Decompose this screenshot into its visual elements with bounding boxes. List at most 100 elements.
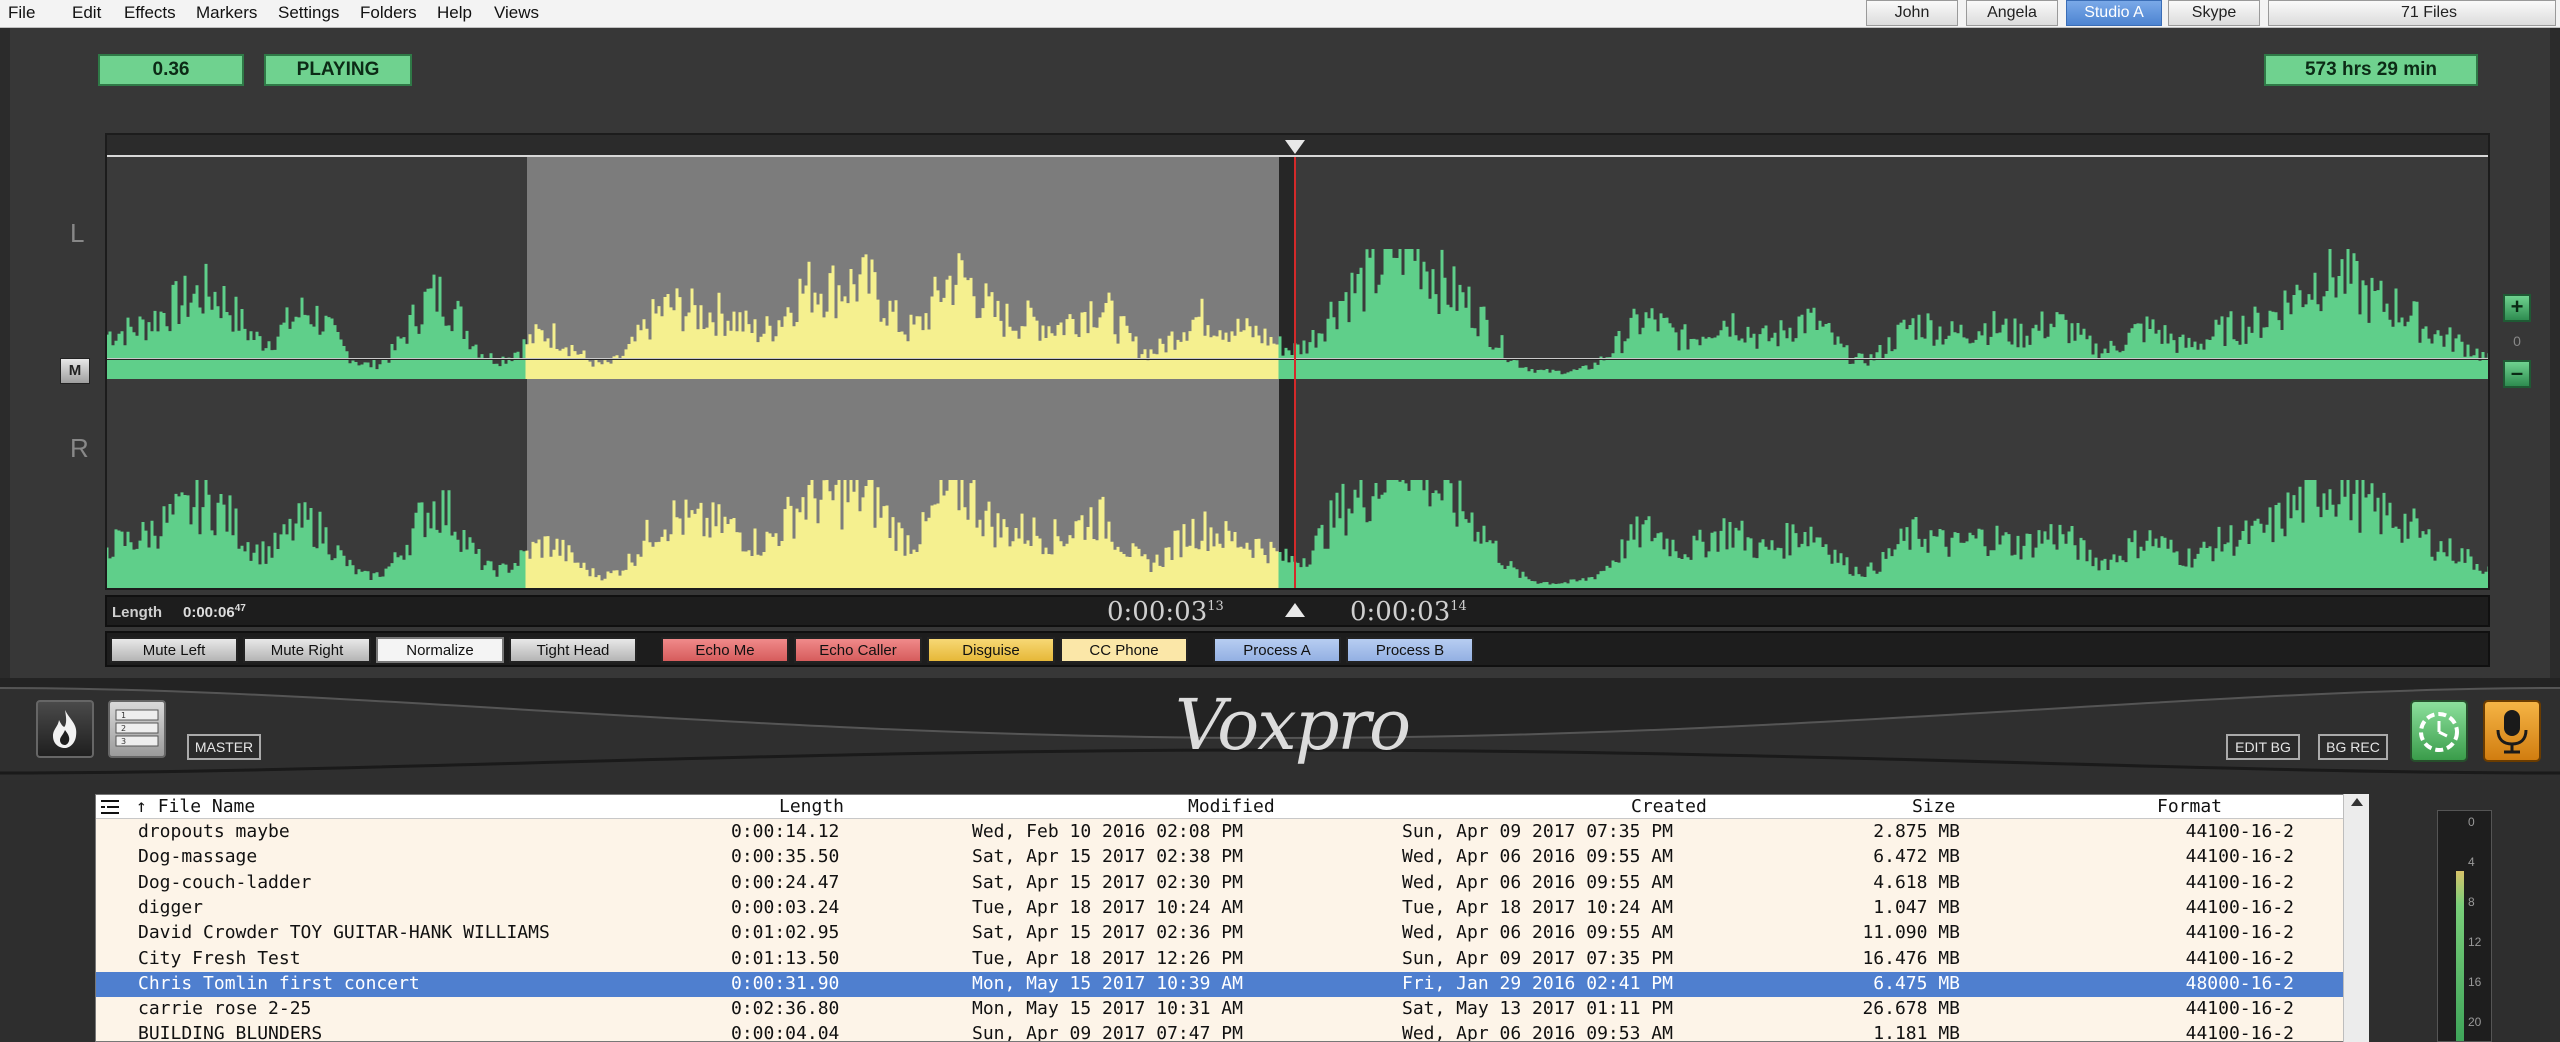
cc-phone-button[interactable]: CC Phone: [1060, 637, 1188, 663]
menu-folders[interactable]: Folders: [360, 3, 417, 23]
process-b-button[interactable]: Process B: [1346, 637, 1474, 663]
columns-menu-icon[interactable]: [101, 799, 119, 815]
column-header-format[interactable]: Format: [2157, 796, 2222, 817]
edit-bg-button[interactable]: EDIT BG: [2226, 734, 2300, 760]
file-row[interactable]: BUILDING BLUNDERS 0:00:04.04 Sun, Apr 09 2…: [96, 1022, 2354, 1042]
meter-tick: 4: [2468, 855, 2475, 869]
meter-tick: 0: [2468, 815, 2475, 829]
file-row[interactable]: Dog-couch-ladder 0:00:24.47 Sat, Apr 15 20…: [96, 871, 2354, 896]
file-cell-format: 48000-16-2: [2185, 972, 2294, 994]
scroll-up-icon[interactable]: [2351, 798, 2363, 806]
playhead-line[interactable]: [1294, 157, 1296, 588]
file-list-header: ↑ File Name Length Modified Created Size…: [96, 795, 2354, 819]
level-display: 0.36: [98, 54, 244, 86]
echo-me-button[interactable]: Echo Me: [661, 637, 789, 663]
file-cell-modified: Wed, Feb 10 2016 02:08 PM: [972, 821, 1243, 842]
file-row[interactable]: digger 0:00:03.24 Tue, Apr 18 2017 10:24 A…: [96, 896, 2354, 921]
svg-text:1: 1: [121, 711, 126, 720]
playlist-button[interactable]: 1 2 3: [108, 700, 166, 758]
file-cell-created: Sat, May 13 2017 01:11 PM: [1402, 998, 1673, 1020]
user-tab-john[interactable]: John: [1866, 0, 1958, 26]
zoom-in-button[interactable]: +: [2503, 294, 2531, 322]
cursor-marker-icon[interactable]: [1285, 603, 1305, 617]
file-cell-name: Dog-couch-ladder: [138, 871, 312, 893]
file-cell-name: carrie rose 2-25: [138, 998, 312, 1020]
column-header-name[interactable]: ↑ File Name: [136, 796, 255, 817]
file-cell-name: City Fresh Test: [138, 947, 301, 969]
file-cell-created: Wed, Apr 06 2016 09:55 AM: [1402, 922, 1673, 944]
column-header-created[interactable]: Created: [1631, 796, 1707, 817]
channel-left-label: L: [70, 218, 85, 248]
column-header-modified[interactable]: Modified: [1188, 796, 1275, 817]
file-cell-name: BUILDING BLUNDERS: [138, 1023, 323, 1042]
playhead-marker-icon[interactable]: [1285, 140, 1305, 154]
user-tab-angela[interactable]: Angela: [1966, 0, 2058, 26]
level-meter: 0 4 8 12 16 20: [2437, 810, 2492, 1042]
meter-tick: 8: [2468, 895, 2475, 909]
bg-rec-button[interactable]: BG REC: [2318, 734, 2388, 760]
menu-settings[interactable]: Settings: [278, 3, 339, 23]
file-row[interactable]: Chris Tomlin first concert 0:00:31.90 Mon,…: [96, 971, 2354, 997]
file-cell-length: 0:01:02.95: [731, 922, 840, 944]
file-cell-format: 44100-16-2: [2185, 1023, 2294, 1042]
timeline-bar[interactable]: Length 0:00:0647 0:00:0313 0:00:0314: [105, 595, 2490, 627]
menu-file[interactable]: File: [8, 3, 35, 23]
file-cell-length: 0:00:31.90: [731, 972, 840, 994]
tight-head-button[interactable]: Tight Head: [509, 637, 637, 663]
mute-right-button[interactable]: Mute Right: [243, 637, 371, 663]
hot-keys-button[interactable]: [36, 700, 94, 758]
menu-help[interactable]: Help: [437, 3, 472, 23]
meter-tick: 16: [2468, 975, 2482, 989]
menu-markers[interactable]: Markers: [196, 3, 257, 23]
file-row[interactable]: City Fresh Test 0:01:13.50 Tue, Apr 18 201…: [96, 947, 2354, 972]
length-label: Length: [112, 604, 162, 621]
channel-divider: [107, 359, 2488, 360]
playback-status: PLAYING: [264, 54, 412, 86]
column-header-size[interactable]: Size: [1912, 796, 1955, 817]
flame-icon: [53, 710, 77, 748]
file-cell-name: David Crowder TOY GUITAR-HANK WILLIAMS: [138, 922, 550, 944]
waveform-graph: [107, 249, 2488, 588]
file-cell-format: 44100-16-2: [2185, 947, 2294, 969]
file-cell-created: Tue, Apr 18 2017 10:24 AM: [1402, 896, 1673, 918]
file-row[interactable]: carrie rose 2-25 0:02:36.80 Mon, May 15 20…: [96, 997, 2354, 1022]
file-row[interactable]: dropouts maybe 0:00:14.12 Wed, Feb 10 2016…: [96, 820, 2354, 845]
file-row[interactable]: Dog-massage 0:00:35.50 Sat, Apr 15 2017 02…: [96, 845, 2354, 870]
file-list-scrollbar[interactable]: [2343, 794, 2369, 1042]
file-list[interactable]: ↑ File Name Length Modified Created Size…: [95, 794, 2355, 1042]
file-row[interactable]: David Crowder TOY GUITAR-HANK WILLIAMS 0:…: [96, 921, 2354, 946]
process-a-button[interactable]: Process A: [1213, 637, 1341, 663]
file-cell-format: 44100-16-2: [2185, 821, 2294, 842]
effects-toolbar: Mute Left Mute Right Normalize Tight Hea…: [105, 631, 2490, 667]
file-cell-modified: Sun, Apr 09 2017 07:47 PM: [972, 1023, 1243, 1042]
file-cell-created: Fri, Jan 29 2016 02:41 PM: [1402, 972, 1673, 994]
file-cell-length: 0:00:03.24: [731, 896, 840, 918]
menu-effects[interactable]: Effects: [124, 3, 176, 23]
file-cell-size: 11.090 MB: [1862, 922, 1960, 944]
menu-views[interactable]: Views: [494, 3, 539, 23]
mute-left-button[interactable]: Mute Left: [110, 637, 238, 663]
file-cell-modified: Sat, Apr 15 2017 02:38 PM: [972, 846, 1243, 868]
meter-tick: 12: [2468, 935, 2482, 949]
echo-caller-button[interactable]: Echo Caller: [794, 637, 922, 663]
mute-toggle-button[interactable]: M: [60, 358, 90, 384]
master-button[interactable]: MASTER: [187, 734, 261, 760]
file-cell-modified: Mon, May 15 2017 10:39 AM: [972, 972, 1243, 994]
sort-ascending-icon: ↑: [136, 796, 147, 817]
file-cell-format: 44100-16-2: [2185, 871, 2294, 893]
normalize-button[interactable]: Normalize: [376, 637, 504, 663]
file-cell-size: 6.472 MB: [1873, 846, 1960, 868]
waveform-editor[interactable]: [105, 133, 2490, 590]
file-cell-length: 0:00:24.47: [731, 871, 840, 893]
column-header-length[interactable]: Length: [779, 796, 844, 817]
user-tab-studio-a[interactable]: Studio A: [2066, 0, 2162, 26]
file-cell-size: 4.618 MB: [1873, 871, 1960, 893]
menu-edit[interactable]: Edit: [72, 3, 101, 23]
microphone-icon: [2496, 710, 2528, 754]
disguise-button[interactable]: Disguise: [927, 637, 1055, 663]
timer-button[interactable]: [2410, 700, 2468, 762]
record-button[interactable]: [2483, 700, 2541, 762]
zoom-out-button[interactable]: –: [2503, 360, 2531, 388]
zoom-level: 0: [2513, 333, 2521, 349]
user-tab-skype[interactable]: Skype: [2168, 0, 2260, 26]
